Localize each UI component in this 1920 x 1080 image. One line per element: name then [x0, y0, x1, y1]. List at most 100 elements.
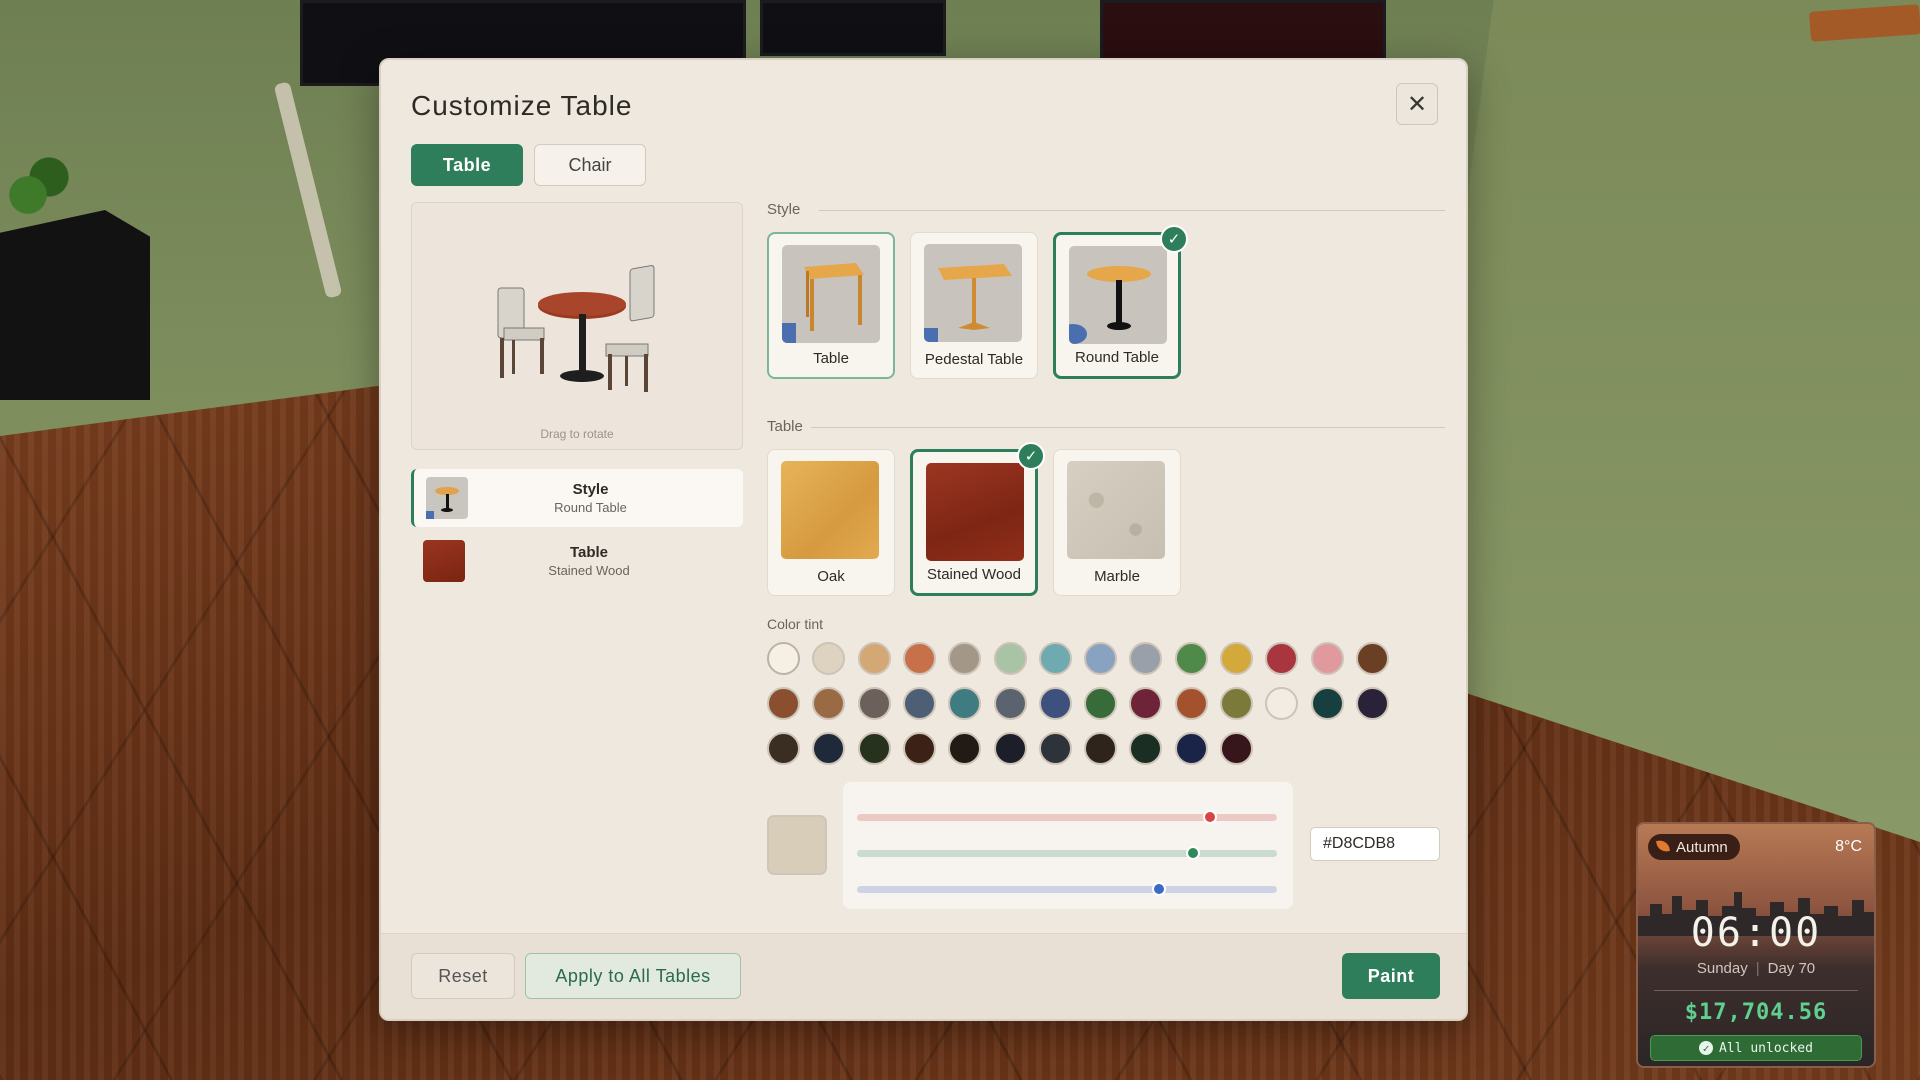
summary-material[interactable]: Table Stained Wood [411, 532, 743, 590]
table-thumbnail [782, 245, 880, 343]
summary-style[interactable]: Style Round Table [411, 469, 743, 527]
color-swatch[interactable] [993, 732, 1027, 765]
color-swatch[interactable] [948, 687, 982, 720]
color-swatch[interactable] [1174, 642, 1208, 675]
tab-table[interactable]: Table [411, 144, 523, 186]
table-set-preview [497, 265, 655, 392]
check-circle-icon: ✓ [1699, 1041, 1714, 1055]
rgb-slider-panel [843, 782, 1293, 909]
color-swatch[interactable] [948, 732, 982, 765]
color-swatch[interactable] [1084, 732, 1118, 765]
color-swatch[interactable] [857, 642, 891, 675]
game-clock: 06:00 [1690, 910, 1822, 956]
blue-slider-track[interactable] [857, 886, 1277, 893]
color-swatch[interactable] [1129, 732, 1163, 765]
apply-to-all-tables-button[interactable]: Apply to All Tables [525, 953, 741, 999]
temperature: 8°C [1835, 838, 1862, 855]
stained-wood-swatch [926, 463, 1024, 561]
color-swatch[interactable] [1355, 642, 1389, 675]
wall-frame [760, 0, 946, 56]
unlock-text: All unlocked [1719, 1040, 1813, 1056]
color-swatch[interactable] [812, 642, 846, 675]
green-slider-track[interactable] [857, 850, 1277, 857]
color-swatch[interactable] [1265, 642, 1299, 675]
material-section-label: Table [767, 418, 803, 435]
color-swatch[interactable] [1129, 687, 1163, 720]
color-swatch[interactable] [1129, 642, 1163, 675]
material-option-label: Marble [1094, 568, 1140, 585]
unlock-status: ✓ All unlocked [1650, 1035, 1862, 1061]
color-swatch[interactable] [1038, 732, 1072, 765]
color-tint-label: Color tint [767, 616, 824, 632]
hex-color-input[interactable] [1310, 827, 1440, 861]
tab-chair[interactable]: Chair [534, 144, 646, 186]
color-swatch[interactable] [812, 687, 846, 720]
section-divider [819, 210, 1445, 211]
color-swatch[interactable] [812, 732, 846, 765]
round-table-thumbnail [426, 477, 468, 519]
round-table-thumbnail [1069, 246, 1167, 344]
time-money-hud: Autumn 8°C 06:00 Sunday | Day 70 $17,704.5… [1636, 822, 1876, 1068]
color-swatch[interactable] [1220, 732, 1253, 765]
stained-wood-thumbnail [423, 540, 465, 582]
color-swatch[interactable] [993, 687, 1027, 720]
color-swatch[interactable] [993, 642, 1027, 675]
close-icon: ✕ [1406, 90, 1428, 118]
color-swatch[interactable] [902, 687, 936, 720]
color-swatch[interactable] [1038, 687, 1072, 720]
color-swatch[interactable] [1084, 642, 1118, 675]
style-section-label: Style [767, 201, 801, 218]
pedestal-table-thumbnail [924, 244, 1022, 342]
summary-style-value: Round Table [554, 500, 627, 515]
reset-button[interactable]: Reset [411, 953, 515, 999]
color-swatch[interactable] [767, 732, 800, 765]
color-swatch[interactable] [948, 642, 982, 675]
tab-bar: Table Chair [411, 144, 646, 186]
rotate-hint: Drag to rotate [540, 427, 614, 441]
leaf-icon [1656, 839, 1670, 853]
hud-divider [1654, 990, 1858, 991]
color-swatch[interactable] [767, 642, 800, 675]
wall-frame [1100, 0, 1386, 66]
plant [0, 150, 70, 240]
material-option-label: Stained Wood [927, 566, 1021, 583]
style-option-label: Round Table [1075, 349, 1159, 366]
customize-table-dialog: Customize Table ✕ Table Chair Drag to ro… [379, 58, 1468, 1021]
selected-check-icon: ✓ [1017, 442, 1045, 470]
color-swatch[interactable] [1265, 687, 1299, 720]
color-swatch[interactable] [1310, 642, 1344, 675]
season-text: Autumn [1676, 838, 1728, 856]
material-option-marble[interactable]: Marble [1053, 449, 1181, 596]
color-swatch[interactable] [767, 687, 800, 720]
day-info: Sunday | Day 70 [1696, 960, 1816, 977]
color-swatch[interactable] [902, 642, 936, 675]
paint-button[interactable]: Paint [1342, 953, 1440, 999]
style-option-table[interactable]: Table [767, 232, 895, 379]
summary-material-value: Stained Wood [548, 563, 630, 578]
summary-material-title: Table [569, 544, 609, 561]
color-swatch[interactable] [1174, 687, 1208, 720]
close-button[interactable]: ✕ [1396, 83, 1438, 125]
model-preview[interactable]: Drag to rotate [411, 202, 743, 450]
color-swatch[interactable] [857, 732, 891, 765]
color-swatch[interactable] [857, 687, 891, 720]
color-swatch[interactable] [1220, 687, 1253, 720]
weekday: Sunday [1696, 960, 1748, 977]
color-swatch[interactable] [1220, 642, 1253, 675]
color-swatch[interactable] [1355, 687, 1389, 720]
style-option-pedestal-table[interactable]: Pedestal Table [910, 232, 1038, 379]
green-slider-knob[interactable] [1186, 846, 1200, 860]
oak-swatch [781, 461, 879, 559]
color-swatch[interactable] [1310, 687, 1344, 720]
red-slider-knob[interactable] [1202, 810, 1217, 824]
color-swatch[interactable] [902, 732, 936, 765]
color-swatch[interactable] [1038, 642, 1072, 675]
material-option-stained-wood[interactable]: Stained Wood ✓ [910, 442, 1045, 596]
day-count: Day 70 [1767, 960, 1816, 977]
color-swatch[interactable] [1084, 687, 1118, 720]
material-option-oak[interactable]: Oak [767, 449, 895, 596]
style-option-label: Pedestal Table [924, 351, 1024, 368]
style-option-round-table[interactable]: Round Table ✓ [1053, 225, 1188, 379]
blue-slider-knob[interactable] [1152, 882, 1167, 896]
color-swatch[interactable] [1174, 732, 1208, 765]
